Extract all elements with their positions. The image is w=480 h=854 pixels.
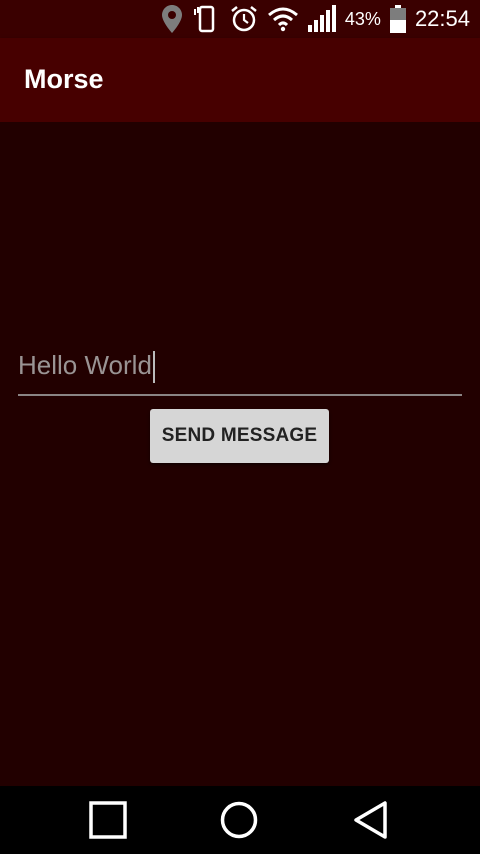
battery-percent: 43% xyxy=(344,8,381,29)
recents-icon[interactable] xyxy=(88,800,128,840)
main-content: Hello World SEND MESSAGE xyxy=(0,122,480,786)
send-message-button[interactable]: SEND MESSAGE xyxy=(150,409,329,463)
app-bar: Morse xyxy=(0,38,480,122)
message-input-value[interactable]: Hello World xyxy=(18,350,152,380)
alarm-icon xyxy=(229,4,259,34)
back-icon[interactable] xyxy=(352,800,392,840)
location-icon xyxy=(161,4,183,34)
status-icons: 43% 22:54 xyxy=(161,0,470,38)
home-icon[interactable] xyxy=(219,800,259,840)
navigation-bar xyxy=(0,786,480,854)
battery-icon xyxy=(389,4,407,34)
status-time: 22:54 xyxy=(414,6,470,31)
wifi-icon xyxy=(267,6,299,32)
vibrate-icon xyxy=(191,4,221,34)
text-cursor xyxy=(152,351,155,384)
status-bar: 43% 22:54 xyxy=(0,0,480,38)
app-title: Morse xyxy=(24,64,104,94)
signal-icon xyxy=(307,5,337,33)
message-input[interactable]: Hello World xyxy=(18,344,462,396)
